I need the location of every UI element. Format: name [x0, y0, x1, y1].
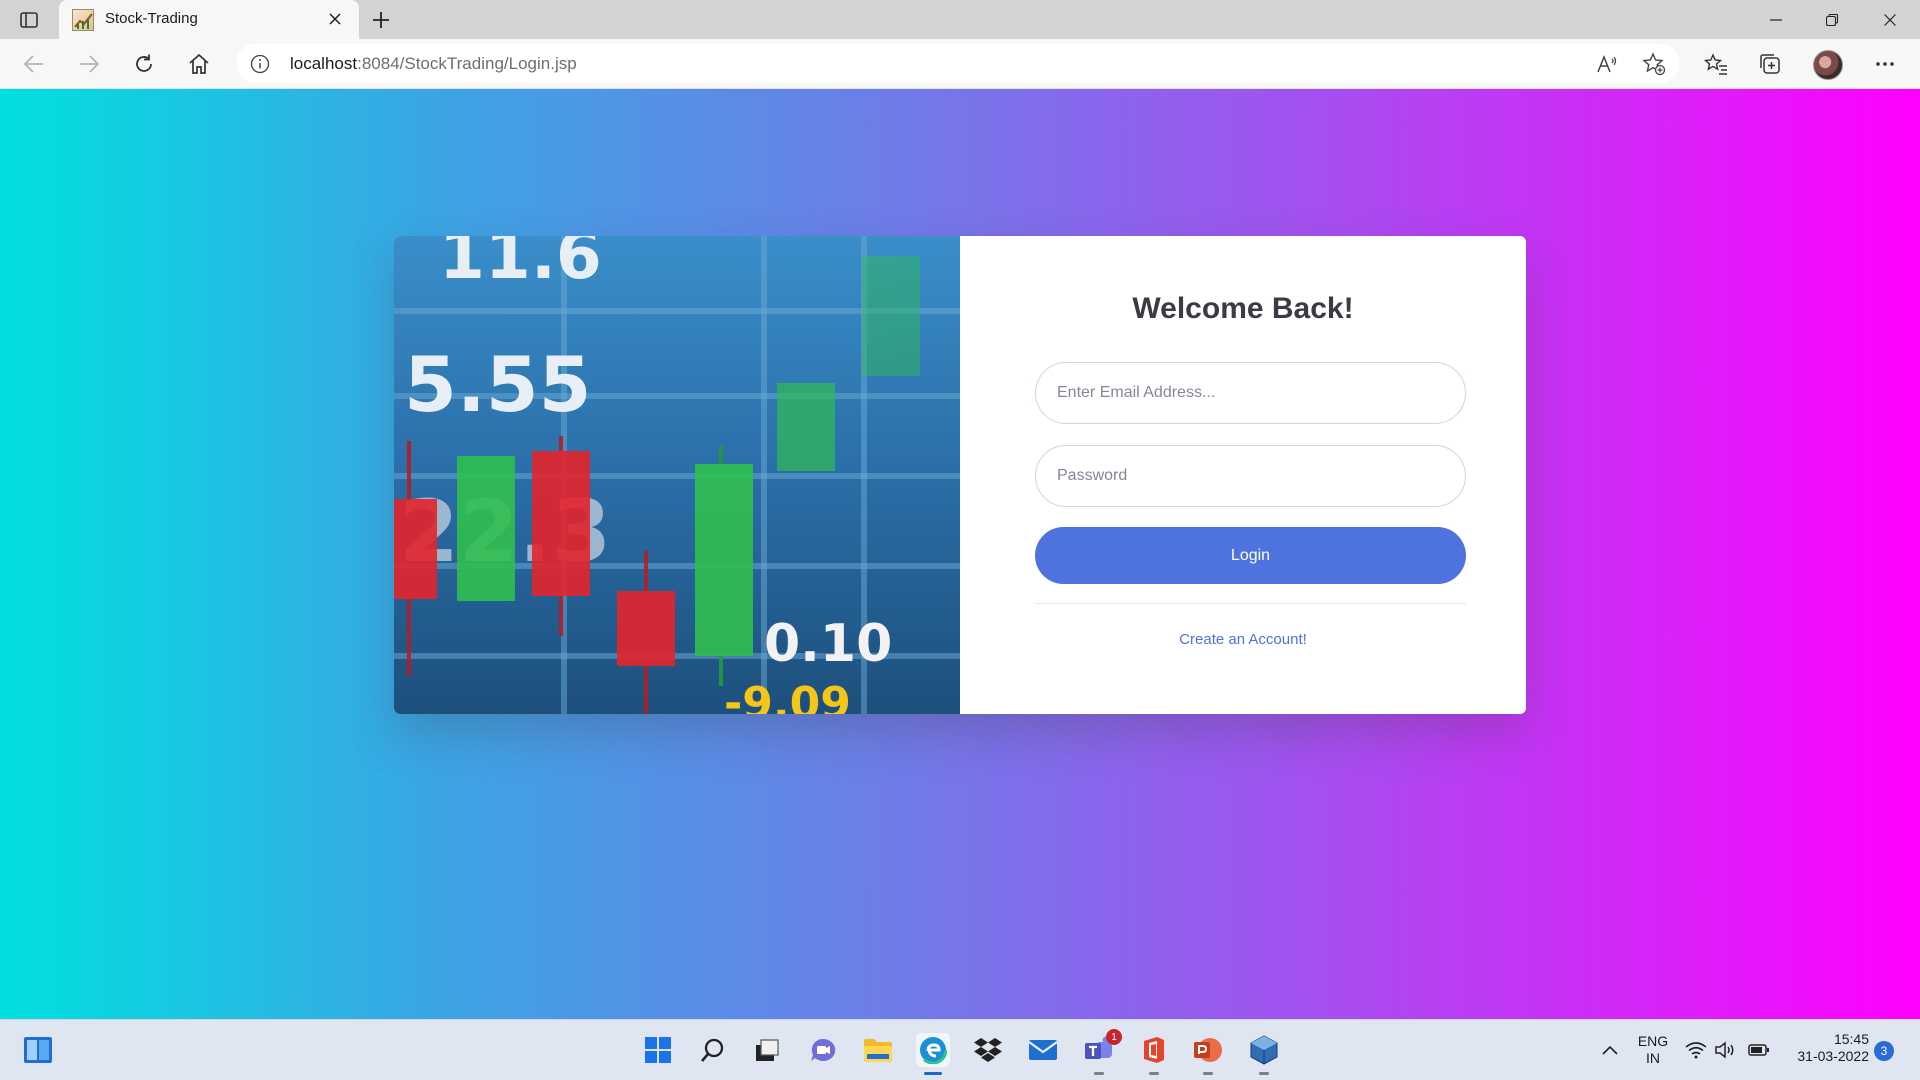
dropbox-icon[interactable]	[971, 1033, 1005, 1067]
browser-tab[interactable]: Stock-Trading	[59, 0, 359, 39]
site-info-icon[interactable]	[250, 54, 270, 74]
notification-count-badge[interactable]: 3	[1874, 1041, 1894, 1061]
restore-icon[interactable]	[1804, 0, 1860, 39]
add-favorite-icon[interactable]	[1641, 51, 1667, 77]
running-indicator	[1149, 1072, 1159, 1075]
running-indicator	[1259, 1072, 1269, 1075]
teams-icon[interactable]: 1	[1082, 1029, 1122, 1075]
page-background: 11.6 5.55 22.3 0.10 -9.09	[0, 89, 1920, 1019]
home-icon[interactable]	[183, 48, 215, 80]
battery-icon[interactable]	[1746, 1033, 1772, 1067]
back-icon[interactable]	[18, 48, 50, 80]
running-indicator	[1094, 1072, 1104, 1075]
running-indicator	[1203, 1072, 1213, 1075]
password-input[interactable]	[1035, 445, 1466, 507]
image-number-right: 0.10	[764, 614, 892, 674]
office-icon[interactable]	[1137, 1033, 1171, 1075]
email-input[interactable]	[1035, 362, 1466, 424]
more-options-icon[interactable]	[1869, 48, 1901, 80]
teams-notification-badge: 1	[1106, 1029, 1122, 1045]
new-tab-icon[interactable]	[368, 7, 394, 33]
refresh-icon[interactable]	[128, 48, 160, 80]
file-explorer-icon[interactable]	[861, 1033, 895, 1067]
language-indicator[interactable]: ENG IN	[1630, 1033, 1676, 1067]
login-button[interactable]: Login	[1035, 527, 1466, 584]
collections-icon[interactable]	[1754, 48, 1786, 80]
task-view-icon[interactable]	[750, 1033, 784, 1067]
welcome-heading: Welcome Back!	[1132, 292, 1354, 325]
close-window-icon[interactable]	[1862, 0, 1918, 39]
form-divider	[1035, 603, 1466, 604]
profile-avatar[interactable]	[1813, 50, 1843, 80]
taskbar: 1 ENG IN 15:45 31-03-2022	[0, 1019, 1920, 1080]
url-text: localhost:8084/StockTrading/Login.jsp	[290, 54, 577, 73]
show-hidden-icons-icon[interactable]	[1593, 1033, 1627, 1067]
create-account-link[interactable]: Create an Account!	[960, 631, 1526, 648]
clock-date: 31-03-2022	[1797, 1048, 1869, 1064]
url-field[interactable]: localhost:8084/StockTrading/Login.jsp	[236, 44, 1680, 83]
stock-market-image: 11.6 5.55 22.3 0.10 -9.09	[394, 236, 960, 714]
region-label: IN	[1646, 1050, 1660, 1066]
language-label: ENG	[1637, 1033, 1669, 1049]
active-indicator	[924, 1072, 942, 1075]
edge-icon[interactable]	[916, 1033, 950, 1075]
search-icon[interactable]	[696, 1033, 730, 1067]
tab-actions-icon[interactable]	[18, 9, 40, 31]
chat-icon[interactable]	[806, 1033, 840, 1067]
tab-bar: Stock-Trading	[0, 0, 1920, 39]
clock-time: 15:45	[1833, 1031, 1869, 1047]
virtualbox-icon[interactable]	[1247, 1033, 1281, 1075]
login-card: 11.6 5.55 22.3 0.10 -9.09	[394, 236, 1526, 714]
image-number-top: 11.6	[439, 236, 602, 294]
start-icon[interactable]	[641, 1033, 675, 1067]
address-bar: localhost:8084/StockTrading/Login.jsp	[0, 39, 1920, 89]
mail-icon[interactable]	[1026, 1033, 1060, 1067]
login-form: Welcome Back! Login Create an Account!	[960, 236, 1526, 714]
clock[interactable]: 15:45 31-03-2022	[1783, 1031, 1869, 1065]
forward-icon[interactable]	[73, 48, 105, 80]
tab-title: Stock-Trading	[105, 10, 198, 27]
widgets-icon[interactable]	[21, 1033, 55, 1067]
image-number-mid: 5.55	[404, 340, 592, 429]
minimize-icon[interactable]	[1748, 0, 1804, 39]
volume-icon[interactable]	[1713, 1033, 1739, 1067]
read-aloud-icon[interactable]	[1594, 51, 1620, 77]
stock-chart-favicon-icon	[72, 9, 94, 31]
image-number-bottom: -9.09	[724, 678, 851, 714]
powerpoint-icon[interactable]	[1191, 1033, 1225, 1075]
wifi-icon[interactable]	[1683, 1033, 1709, 1067]
close-tab-icon[interactable]	[323, 7, 347, 31]
favorites-icon[interactable]	[1700, 48, 1732, 80]
